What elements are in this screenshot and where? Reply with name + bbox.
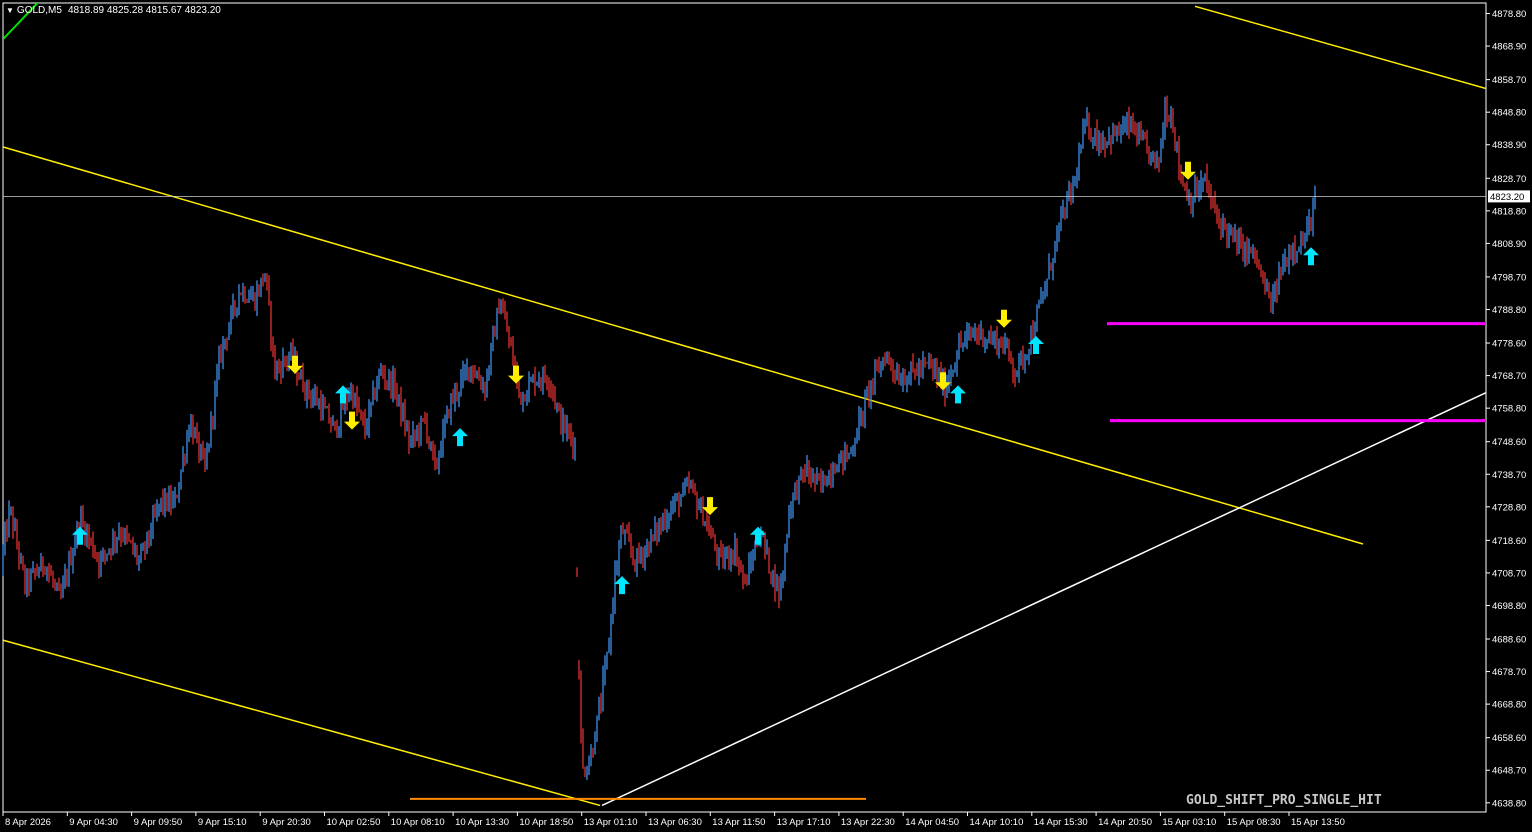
y-tick-label: 4708.70 <box>1492 568 1526 579</box>
y-tick-label: 4808.90 <box>1492 239 1526 250</box>
x-tick-label: 15 Apr 13:50 <box>1291 817 1345 828</box>
y-tick-label: 4858.70 <box>1492 75 1526 86</box>
x-tick-label: 9 Apr 04:30 <box>69 817 118 828</box>
y-tick-label: 4678.70 <box>1492 667 1526 678</box>
x-tick-label: 14 Apr 04:50 <box>905 817 959 828</box>
signal-arrow-down-icon[interactable] <box>996 309 1012 328</box>
x-tick-label: 13 Apr 22:30 <box>841 817 895 828</box>
y-tick-label: 4698.80 <box>1492 601 1526 612</box>
chart-header: ▼ GOLD,M5 4818.89 4825.28 4815.67 4823.20 <box>6 5 221 16</box>
y-tick-label: 4758.80 <box>1492 404 1526 415</box>
y-tick-label: 4728.80 <box>1492 502 1526 513</box>
y-tick-label: 4788.80 <box>1492 305 1526 316</box>
current-price-label: 4823.20 <box>1490 192 1524 203</box>
y-tick-label: 4718.60 <box>1492 536 1526 547</box>
signal-arrow-up-icon[interactable] <box>950 385 966 404</box>
x-tick-label: 13 Apr 11:50 <box>712 817 765 828</box>
support-line-3[interactable] <box>601 392 1486 807</box>
y-tick-label: 4748.60 <box>1492 437 1526 448</box>
price-chart[interactable]: 4878.80 4868.90 4858.70 4848.80 4838.90 4828.… <box>0 0 1532 832</box>
x-tick-label: 15 Apr 08:30 <box>1227 817 1281 828</box>
signal-arrow-up-icon[interactable] <box>614 576 630 595</box>
x-tick-label: 9 Apr 20:30 <box>262 817 311 828</box>
y-tick-label: 4658.60 <box>1492 733 1526 744</box>
y-tick-label: 4668.80 <box>1492 700 1526 711</box>
x-tick-label: 10 Apr 02:50 <box>327 817 381 828</box>
trend-line-0[interactable] <box>0 146 1364 545</box>
x-tick-label: 13 Apr 01:10 <box>584 817 638 828</box>
y-tick-label: 4738.70 <box>1492 470 1526 481</box>
y-tick-label: 4798.70 <box>1492 272 1526 283</box>
x-tick-label: 10 Apr 08:10 <box>391 817 445 828</box>
symbol-timeframe: GOLD,M5 <box>16 5 62 16</box>
trend-line-2[interactable] <box>0 639 601 807</box>
signal-arrow-down-icon[interactable] <box>508 365 524 384</box>
y-tick-label: 4828.70 <box>1492 174 1526 185</box>
x-tick-label: 10 Apr 18:50 <box>519 817 573 828</box>
plot-frame <box>2 2 1487 813</box>
x-tick-label: 14 Apr 15:30 <box>1034 817 1088 828</box>
y-tick-label: 4778.60 <box>1492 339 1526 350</box>
x-tick-label: 14 Apr 10:10 <box>970 817 1024 828</box>
trend-line-1[interactable] <box>1194 5 1486 90</box>
indicator-watermark: GOLD_SHIFT_PRO_SINGLE_HIT <box>1186 793 1382 808</box>
signal-arrow-up-icon[interactable] <box>452 428 468 447</box>
y-tick-label: 4768.70 <box>1492 371 1526 382</box>
y-tick-label: 4878.80 <box>1492 9 1526 20</box>
y-tick-label: 4638.80 <box>1492 798 1526 809</box>
x-tick-label: 14 Apr 20:50 <box>1098 817 1152 828</box>
x-tick-label: 13 Apr 17:10 <box>777 817 831 828</box>
x-tick-label: 9 Apr 15:10 <box>198 817 247 828</box>
x-tick-label: 15 Apr 03:10 <box>1162 817 1216 828</box>
y-tick-label: 4838.90 <box>1492 140 1526 151</box>
y-tick-label: 4688.60 <box>1492 635 1526 646</box>
y-tick-label: 4648.70 <box>1492 766 1526 777</box>
x-tick-label: 8 Apr 2026 <box>5 817 51 828</box>
y-tick-label: 4818.80 <box>1492 206 1526 217</box>
x-tick-label: 10 Apr 13:30 <box>455 817 509 828</box>
signal-arrow-down-icon[interactable] <box>702 497 718 516</box>
y-tick-label: 4848.80 <box>1492 108 1526 119</box>
dropdown-triangle-icon[interactable]: ▼ <box>6 6 14 15</box>
y-tick-label: 4868.90 <box>1492 42 1526 53</box>
x-tick-label: 13 Apr 06:30 <box>648 817 702 828</box>
ohlc-values: 4818.89 4825.28 4815.67 4823.20 <box>67 5 221 16</box>
signal-arrow-up-icon[interactable] <box>1303 247 1319 266</box>
x-tick-label: 9 Apr 09:50 <box>134 817 183 828</box>
